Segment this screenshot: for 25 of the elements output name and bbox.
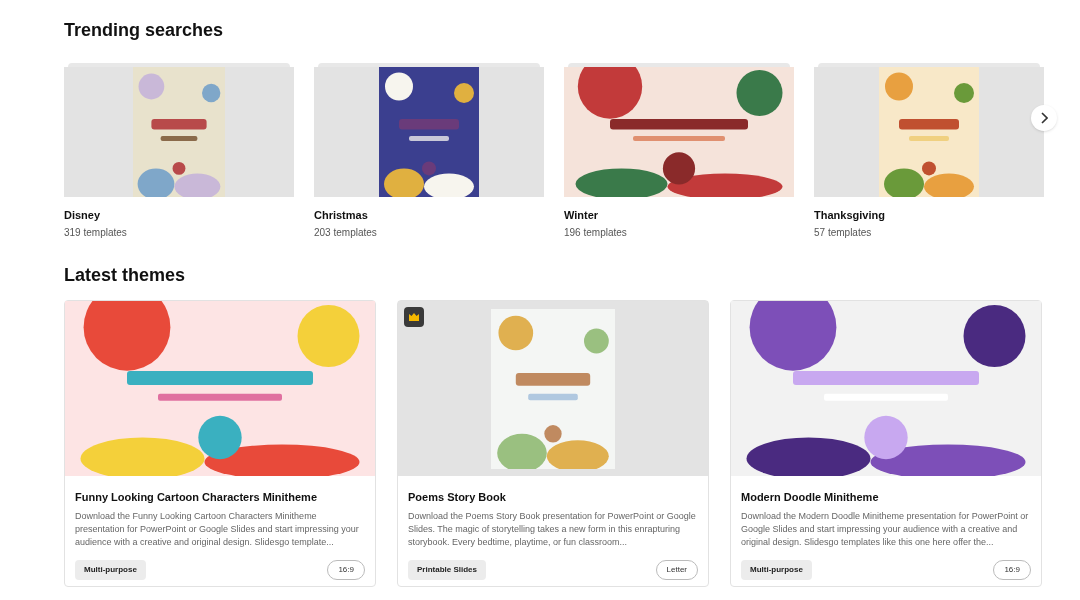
template-count: 196 templates — [564, 225, 628, 240]
next-button[interactable] — [1031, 105, 1057, 131]
category-name[interactable]: Winter — [564, 207, 794, 224]
thumbnail-card[interactable] — [64, 63, 294, 197]
theme-description: Download the Modern Doodle Minitheme presentation for PowerPoint or Google Slides and start impressing your audience with a creative and original design. Slidesgo templates like this one here offer the... — [741, 510, 1030, 549]
theme-title[interactable]: Modern Doodle Minitheme — [741, 488, 1031, 505]
category-name[interactable]: Thanksgiving — [814, 207, 1044, 224]
category-tag[interactable]: Multi-purpose — [741, 560, 812, 580]
theme-description: Download the Poems Story Book presentation for PowerPoint or Google Slides. The magic of storytelling takes a new form in this enrapturing storybook. Every bedtime, playtime, or fun classroom... — [408, 510, 697, 549]
template-count: 203 templates — [314, 225, 378, 240]
section-title: Trending searches — [64, 19, 225, 39]
category-tag[interactable]: Multi-purpose — [75, 560, 146, 580]
category-name[interactable]: Disney — [64, 207, 294, 224]
theme-title[interactable]: Funny Looking Cartoon Characters Minitheme — [75, 488, 365, 505]
theme-description: Download the Funny Looking Cartoon Characters Minitheme presentation for PowerPoint or Google Slides and start impressing your audience with a creative and original design. Slidesgo template... — [75, 510, 360, 549]
thumbnail-card[interactable] — [814, 63, 1044, 197]
crown-icon — [409, 312, 419, 321]
category-tag[interactable]: Printable Slides — [408, 560, 487, 580]
theme-title[interactable]: Poems Story Book — [408, 488, 698, 505]
section-title: Latest themes — [64, 263, 187, 284]
template-count: 57 templates — [814, 225, 873, 240]
template-count: 319 templates — [64, 225, 128, 240]
chevron-right-icon — [1040, 112, 1048, 124]
category-name[interactable]: Christmas — [314, 207, 544, 224]
thumbnail-card[interactable] — [314, 63, 544, 197]
